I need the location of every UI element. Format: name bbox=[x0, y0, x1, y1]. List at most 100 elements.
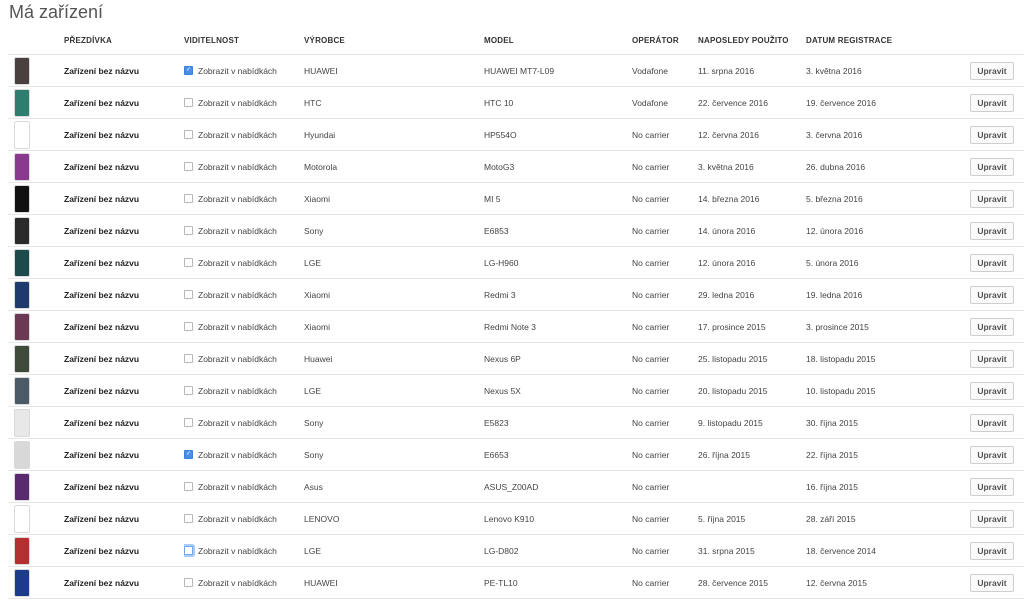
edit-button[interactable]: Upravit bbox=[970, 285, 1014, 304]
device-image bbox=[14, 248, 30, 277]
visibility-checkbox[interactable] bbox=[184, 322, 193, 331]
model-cell: Nexus 6P bbox=[484, 342, 632, 375]
visibility-toggle[interactable]: Zobrazit v nabídkách bbox=[184, 162, 304, 172]
device-image bbox=[14, 184, 30, 213]
last-used-cell: 29. ledna 2016 bbox=[698, 278, 806, 311]
visibility-checkbox[interactable] bbox=[184, 98, 193, 107]
visibility-toggle[interactable]: Zobrazit v nabídkách bbox=[184, 322, 304, 332]
visibility-label: Zobrazit v nabídkách bbox=[198, 545, 277, 556]
visibility-checkbox[interactable] bbox=[184, 578, 193, 587]
visibility-checkbox[interactable] bbox=[184, 130, 193, 139]
edit-button[interactable]: Upravit bbox=[970, 541, 1014, 560]
manufacturer-cell: Sony bbox=[304, 438, 484, 471]
visibility-label: Zobrazit v nabídkách bbox=[198, 481, 277, 492]
visibility-label: Zobrazit v nabídkách bbox=[198, 97, 277, 108]
visibility-toggle[interactable]: Zobrazit v nabídkách bbox=[184, 290, 304, 300]
visibility-checkbox[interactable] bbox=[184, 386, 193, 395]
visibility-checkbox[interactable] bbox=[184, 226, 193, 235]
device-image bbox=[14, 216, 30, 245]
manufacturer-cell: LGE bbox=[304, 374, 484, 407]
visibility-toggle[interactable]: ✓ Zobrazit v nabídkách bbox=[184, 66, 304, 76]
device-thumb-cell bbox=[8, 470, 64, 503]
model-cell: E5823 bbox=[484, 406, 632, 439]
model-cell: Redmi 3 bbox=[484, 278, 632, 311]
edit-button[interactable]: Upravit bbox=[970, 477, 1014, 496]
visibility-checkbox[interactable] bbox=[184, 546, 193, 555]
visibility-cell: Zobrazit v nabídkách bbox=[184, 150, 304, 183]
device-thumb-cell bbox=[8, 374, 64, 407]
edit-button[interactable]: Upravit bbox=[970, 413, 1014, 432]
edit-button[interactable]: Upravit bbox=[970, 509, 1014, 528]
edit-button[interactable]: Upravit bbox=[970, 189, 1014, 208]
visibility-cell: Zobrazit v nabídkách bbox=[184, 310, 304, 343]
visibility-toggle[interactable]: Zobrazit v nabídkách bbox=[184, 482, 304, 492]
edit-button[interactable]: Upravit bbox=[970, 125, 1014, 144]
edit-button[interactable]: Upravit bbox=[970, 253, 1014, 272]
table-row: Zařízení bez názvu Zobrazit v nabídkách LE… bbox=[8, 502, 1024, 535]
visibility-toggle[interactable]: Zobrazit v nabídkách bbox=[184, 354, 304, 364]
visibility-checkbox[interactable]: ✓ bbox=[184, 450, 193, 459]
model-cell: MI 5 bbox=[484, 182, 632, 215]
operator-cell: No carrier bbox=[632, 566, 698, 599]
operator-cell: No carrier bbox=[632, 406, 698, 439]
model-cell: HP554O bbox=[484, 118, 632, 151]
visibility-toggle[interactable]: Zobrazit v nabídkách bbox=[184, 418, 304, 428]
actions-cell: Upravit bbox=[966, 214, 1024, 247]
visibility-label: Zobrazit v nabídkách bbox=[198, 577, 277, 588]
visibility-toggle[interactable]: Zobrazit v nabídkách bbox=[184, 130, 304, 140]
visibility-checkbox[interactable] bbox=[184, 162, 193, 171]
visibility-toggle[interactable]: Zobrazit v nabídkách bbox=[184, 546, 304, 556]
visibility-checkbox[interactable] bbox=[184, 418, 193, 427]
edit-button[interactable]: Upravit bbox=[970, 221, 1014, 240]
edit-button[interactable]: Upravit bbox=[970, 573, 1014, 592]
device-thumb-cell bbox=[8, 278, 64, 311]
visibility-toggle[interactable]: Zobrazit v nabídkách bbox=[184, 226, 304, 236]
visibility-checkbox[interactable] bbox=[184, 354, 193, 363]
visibility-checkbox[interactable] bbox=[184, 482, 193, 491]
model-cell: HUAWEI MT7-L09 bbox=[484, 54, 632, 87]
visibility-toggle[interactable]: Zobrazit v nabídkách bbox=[184, 514, 304, 524]
device-nickname: Zařízení bez názvu bbox=[64, 310, 184, 343]
manufacturer-cell: Motorola bbox=[304, 150, 484, 183]
page-title: Má zařízení bbox=[9, 2, 104, 22]
operator-cell: No carrier bbox=[632, 534, 698, 567]
manufacturer-cell: LGE bbox=[304, 246, 484, 279]
visibility-label: Zobrazit v nabídkách bbox=[198, 417, 277, 428]
operator-cell: No carrier bbox=[632, 470, 698, 503]
device-image bbox=[14, 56, 30, 85]
actions-cell: Upravit bbox=[966, 470, 1024, 503]
edit-button[interactable]: Upravit bbox=[970, 157, 1014, 176]
visibility-cell: ✓ Zobrazit v nabídkách bbox=[184, 54, 304, 87]
visibility-checkbox[interactable] bbox=[184, 514, 193, 523]
device-nickname: Zařízení bez názvu bbox=[64, 438, 184, 471]
device-image bbox=[14, 120, 30, 149]
edit-button[interactable]: Upravit bbox=[970, 349, 1014, 368]
visibility-checkbox[interactable]: ✓ bbox=[184, 66, 193, 75]
visibility-label: Zobrazit v nabídkách bbox=[198, 385, 277, 396]
visibility-toggle[interactable]: Zobrazit v nabídkách bbox=[184, 386, 304, 396]
visibility-toggle[interactable]: Zobrazit v nabídkách bbox=[184, 194, 304, 204]
registered-cell: 16. října 2015 bbox=[806, 470, 966, 503]
visibility-checkbox[interactable] bbox=[184, 258, 193, 267]
operator-cell: Vodafone bbox=[632, 54, 698, 87]
actions-cell: Upravit bbox=[966, 310, 1024, 343]
visibility-toggle[interactable]: Zobrazit v nabídkách bbox=[184, 98, 304, 108]
last-used-cell: 31. srpna 2015 bbox=[698, 534, 806, 567]
visibility-toggle[interactable]: ✓ Zobrazit v nabídkách bbox=[184, 450, 304, 460]
visibility-toggle[interactable]: Zobrazit v nabídkách bbox=[184, 578, 304, 588]
edit-button[interactable]: Upravit bbox=[970, 93, 1014, 112]
edit-button[interactable]: Upravit bbox=[970, 61, 1014, 80]
manufacturer-cell: HUAWEI bbox=[304, 566, 484, 599]
model-cell: Lenovo K910 bbox=[484, 502, 632, 535]
actions-cell: Upravit bbox=[966, 374, 1024, 407]
visibility-toggle[interactable]: Zobrazit v nabídkách bbox=[184, 258, 304, 268]
registered-cell: 5. března 2016 bbox=[806, 182, 966, 215]
edit-button[interactable]: Upravit bbox=[970, 445, 1014, 464]
visibility-checkbox[interactable] bbox=[184, 194, 193, 203]
table-row: Zařízení bez názvu Zobrazit v nabídkách Xi… bbox=[8, 310, 1024, 343]
edit-button[interactable]: Upravit bbox=[970, 317, 1014, 336]
edit-button[interactable]: Upravit bbox=[970, 381, 1014, 400]
visibility-checkbox[interactable] bbox=[184, 290, 193, 299]
visibility-label: Zobrazit v nabídkách bbox=[198, 129, 277, 140]
actions-cell: Upravit bbox=[966, 150, 1024, 183]
